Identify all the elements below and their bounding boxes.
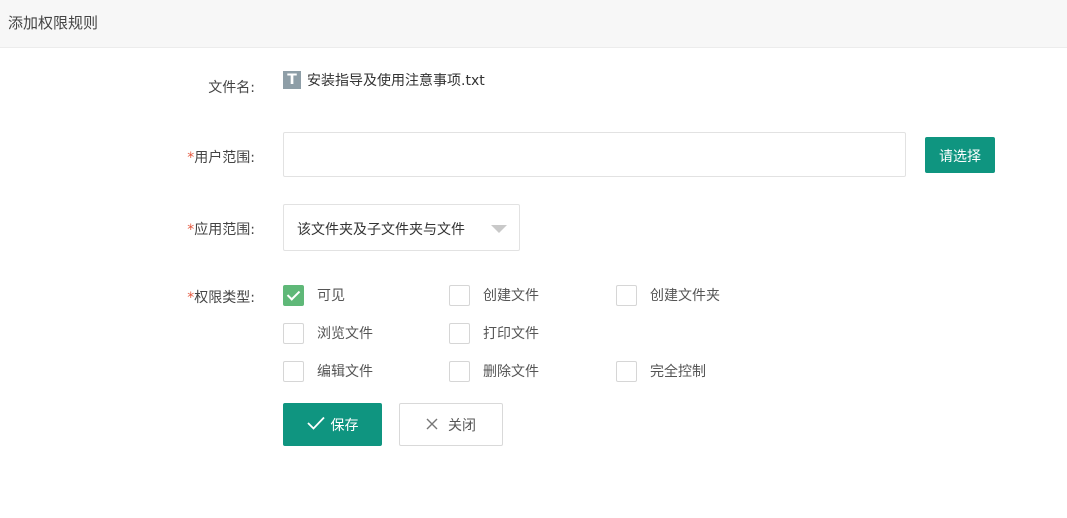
user-scope-input[interactable] xyxy=(283,132,906,177)
checkbox-label: 可见 xyxy=(317,288,345,304)
checkbox-box[interactable] xyxy=(616,360,637,382)
checkbox-box[interactable] xyxy=(283,360,304,382)
dropdown-arrow-icon xyxy=(491,225,507,233)
close-button[interactable]: 关闭 xyxy=(399,403,503,446)
save-button[interactable]: 保存 xyxy=(283,403,382,446)
filename-label: 文件名: xyxy=(208,80,255,96)
checkbox-label: 完全控制 xyxy=(650,364,706,380)
text-file-icon: T xyxy=(283,71,301,89)
save-button-label: 保存 xyxy=(330,416,359,433)
checkbox-label: 编辑文件 xyxy=(317,364,373,380)
checkbox-visible[interactable]: 可见 xyxy=(283,284,345,306)
user-scope-label: *用户范围: xyxy=(0,147,255,167)
permission-type-label: *权限类型: xyxy=(0,287,255,307)
checkbox-box[interactable] xyxy=(449,284,470,306)
checkbox-full-control[interactable]: 完全控制 xyxy=(616,360,706,382)
checkbox-box[interactable] xyxy=(449,360,470,382)
apply-scope-label: *应用范围: xyxy=(0,219,255,239)
checkbox-label: 浏览文件 xyxy=(317,326,373,342)
apply-scope-label-text: 应用范围: xyxy=(194,222,255,238)
checkbox-create-folder[interactable]: 创建文件夹 xyxy=(616,284,720,306)
checkbox-box[interactable] xyxy=(283,322,304,344)
choose-button[interactable]: 请选择 xyxy=(925,137,995,173)
checkbox-label: 删除文件 xyxy=(483,364,539,380)
check-icon xyxy=(306,416,325,433)
checkbox-box[interactable] xyxy=(283,284,304,306)
filename-text: 安装指导及使用注意事项.txt xyxy=(307,73,485,89)
page-title: 添加权限规则 xyxy=(8,14,99,32)
close-icon xyxy=(426,417,438,433)
checkbox-print-file[interactable]: 打印文件 xyxy=(449,322,539,344)
apply-scope-select[interactable]: 该文件夹及子文件夹与文件 xyxy=(283,204,520,251)
checkbox-label: 创建文件夹 xyxy=(650,288,720,304)
close-button-label: 关闭 xyxy=(448,416,476,433)
page-header: 添加权限规则 xyxy=(0,0,1067,48)
checkbox-browse-file[interactable]: 浏览文件 xyxy=(283,322,373,344)
checkbox-delete-file[interactable]: 删除文件 xyxy=(449,360,539,382)
checkbox-create-file[interactable]: 创建文件 xyxy=(449,284,539,306)
permission-type-label-text: 权限类型: xyxy=(194,290,255,306)
checkbox-box[interactable] xyxy=(616,284,637,306)
checkbox-label: 打印文件 xyxy=(483,326,539,342)
checkbox-edit-file[interactable]: 编辑文件 xyxy=(283,360,373,382)
user-scope-label-text: 用户范围: xyxy=(194,150,255,166)
apply-scope-value: 该文件夹及子文件夹与文件 xyxy=(297,222,465,238)
filename-display: T 安装指导及使用注意事项.txt xyxy=(283,70,485,90)
checkbox-box[interactable] xyxy=(449,322,470,344)
checkbox-label: 创建文件 xyxy=(483,288,539,304)
